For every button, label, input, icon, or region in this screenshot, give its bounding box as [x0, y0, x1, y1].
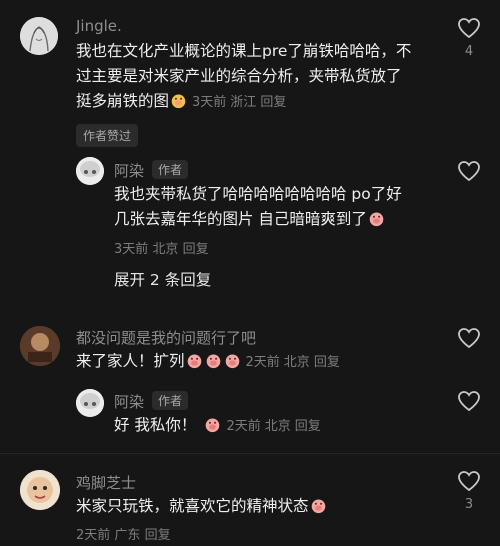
comment-time: 3天前	[192, 95, 227, 110]
reply-location: 北京	[264, 419, 291, 434]
reply-username[interactable]: 阿染 作者	[114, 160, 189, 181]
reply-meta: 3天前 北京 回复	[114, 238, 209, 257]
author-tag: 作者	[152, 391, 189, 410]
reply-text: 好 我私你！ 2天前 北京 回复	[114, 413, 450, 439]
expand-replies-button[interactable]: 展开 2 条回复	[114, 268, 211, 290]
reply-time: 2天前	[226, 419, 261, 434]
avatar-jingle[interactable]	[20, 17, 58, 55]
pig-emoji-icon	[369, 212, 384, 227]
sketch-avatar-icon	[20, 17, 58, 55]
like-heart-icon[interactable]	[457, 327, 481, 349]
pig-emoji-icon	[187, 354, 201, 369]
avatar-arang[interactable]	[76, 157, 104, 185]
comment-meta: 2天前 广东 回复	[76, 524, 171, 543]
like-heart-icon[interactable]	[457, 390, 481, 412]
reply-text: 我也夹带私货了哈哈哈哈哈哈哈哈 po了好 几张去嘉年华的图片 自己暗暗爽到了	[114, 182, 450, 232]
like-heart-icon[interactable]	[457, 17, 481, 39]
like-count: 4	[464, 44, 474, 59]
comment-1: Jingle. 我也在文化产业概论的课上pre了崩铁哈哈哈，不 过主要是对米家产…	[0, 0, 500, 320]
pig-emoji-icon	[206, 354, 220, 369]
pig-emoji-icon	[206, 418, 220, 433]
comment-text-line: 过主要是对米家产业的综合分析，夹带私货放了	[76, 67, 402, 85]
comment-text-body: 米家只玩铁，就喜欢它的精神状态	[76, 497, 309, 515]
author-liked-badge: 作者赞过	[76, 124, 139, 147]
like-heart-icon[interactable]	[457, 160, 481, 182]
reply-button[interactable]: 回复	[314, 355, 340, 370]
reply-time: 3天前	[114, 242, 149, 257]
divider	[0, 453, 500, 454]
pig-emoji-icon	[311, 499, 325, 514]
reply-button[interactable]: 回复	[183, 242, 209, 257]
photo-avatar-icon	[20, 326, 60, 366]
reply-user-name[interactable]: 阿染	[114, 162, 144, 180]
reply-text-body: 好 我私你！	[114, 416, 197, 434]
reply-button[interactable]: 回复	[145, 528, 171, 543]
pig-emoji-icon	[171, 94, 186, 109]
author-tag: 作者	[152, 160, 189, 179]
comment-time: 2天前	[76, 528, 111, 543]
reply-user-name[interactable]: 阿染	[114, 393, 144, 411]
reply-text-tail: 几张去嘉年华的图片 自己暗暗爽到了	[114, 210, 367, 228]
comment-username[interactable]: Jingle.	[76, 17, 122, 35]
comment-text-line: 我也在文化产业概论的课上pre了崩铁哈哈哈，不	[76, 42, 412, 60]
comment-text: 我也在文化产业概论的课上pre了崩铁哈哈哈，不 过主要是对米家产业的综合分析，夹…	[76, 39, 448, 115]
comment-location: 北京	[283, 355, 310, 370]
comment-text: 米家只玩铁，就喜欢它的精神状态	[76, 494, 448, 519]
comment-username[interactable]: 鸡脚芝士	[76, 472, 136, 493]
baby-avatar-icon	[20, 470, 60, 510]
pig-emoji-icon	[225, 354, 239, 369]
comment-text-body: 来了家人！扩列	[76, 352, 185, 370]
like-heart-icon[interactable]	[457, 470, 481, 492]
comment-location: 浙江	[230, 95, 257, 110]
chibi-avatar-icon	[76, 157, 104, 185]
like-count: 3	[464, 497, 474, 512]
reply-location: 北京	[152, 242, 179, 257]
reply-button[interactable]: 回复	[260, 95, 286, 110]
comment-text: 来了家人！扩列 2天前 北京 回复	[76, 349, 448, 375]
reply-username[interactable]: 阿染 作者	[114, 391, 189, 412]
reply-button[interactable]: 回复	[295, 419, 321, 434]
comment-username[interactable]: 都没问题是我的问题行了吧	[76, 327, 256, 348]
comment-location: 广东	[114, 528, 141, 543]
avatar-user2[interactable]	[20, 326, 60, 366]
comment-text-tail: 挺多崩铁的图	[76, 92, 170, 110]
comment-time: 2天前	[245, 355, 280, 370]
reply-text-line: 我也夹带私货了哈哈哈哈哈哈哈哈 po了好	[114, 185, 402, 203]
reply-text-line-last: 几张去嘉年华的图片 自己暗暗爽到了	[114, 207, 450, 232]
comment-text-line-last: 挺多崩铁的图 3天前 浙江 回复	[76, 89, 448, 115]
chibi-avatar-icon	[76, 389, 104, 417]
avatar-user3[interactable]	[20, 470, 60, 510]
avatar-arang[interactable]	[76, 389, 104, 417]
